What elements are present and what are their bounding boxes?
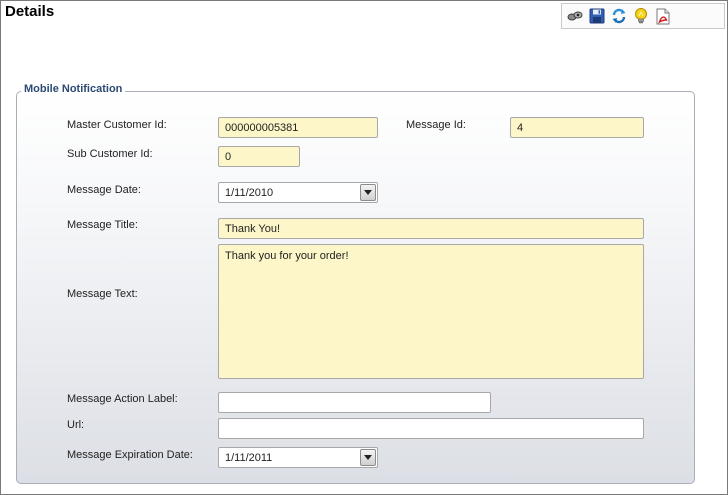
master-customer-id-label: Master Customer Id: [67, 119, 167, 131]
url-label: Url: [67, 419, 85, 431]
section-legend: Mobile Notification [21, 83, 126, 95]
message-expiration-date-value: 1/11/2011 [225, 451, 273, 464]
view-button[interactable] [564, 5, 586, 27]
save-icon [589, 8, 605, 24]
chevron-down-icon [364, 455, 372, 460]
view-icon [566, 9, 584, 23]
refresh-button[interactable] [608, 5, 630, 27]
chevron-down-icon [364, 190, 372, 195]
message-action-label-input[interactable] [218, 392, 491, 413]
message-date-picker[interactable]: 1/11/2010 [218, 182, 378, 203]
sub-customer-id-label: Sub Customer Id: [67, 148, 153, 160]
message-expiration-date-picker[interactable]: 1/11/2011 [218, 447, 378, 468]
pdf-button[interactable] [652, 5, 674, 27]
message-date-value: 1/11/2010 [225, 186, 274, 199]
details-window: Details Mobile Notification Master Custo… [0, 0, 728, 495]
hint-button[interactable] [630, 5, 652, 27]
message-date-label: Message Date: [67, 184, 141, 196]
pdf-icon [656, 8, 670, 25]
lightbulb-icon [633, 7, 649, 25]
message-title-label: Message Title: [67, 219, 138, 231]
sub-customer-id-input[interactable] [218, 146, 300, 167]
message-expiration-date-dropdown-button[interactable] [360, 449, 376, 466]
page-title: Details [5, 3, 55, 20]
refresh-icon [611, 8, 627, 24]
message-date-dropdown-button[interactable] [360, 184, 376, 201]
message-id-label: Message Id: [406, 119, 466, 131]
url-input[interactable] [218, 418, 644, 439]
message-title-input[interactable] [218, 218, 644, 239]
message-id-input[interactable] [510, 117, 644, 138]
toolbar [561, 3, 725, 29]
message-text-label: Message Text: [67, 288, 138, 300]
message-action-label-label: Message Action Label: [67, 393, 178, 405]
save-button[interactable] [586, 5, 608, 27]
message-text-area[interactable]: Thank you for your order! [218, 244, 644, 379]
message-expiration-date-label: Message Expiration Date: [67, 449, 193, 461]
master-customer-id-input[interactable] [218, 117, 378, 138]
